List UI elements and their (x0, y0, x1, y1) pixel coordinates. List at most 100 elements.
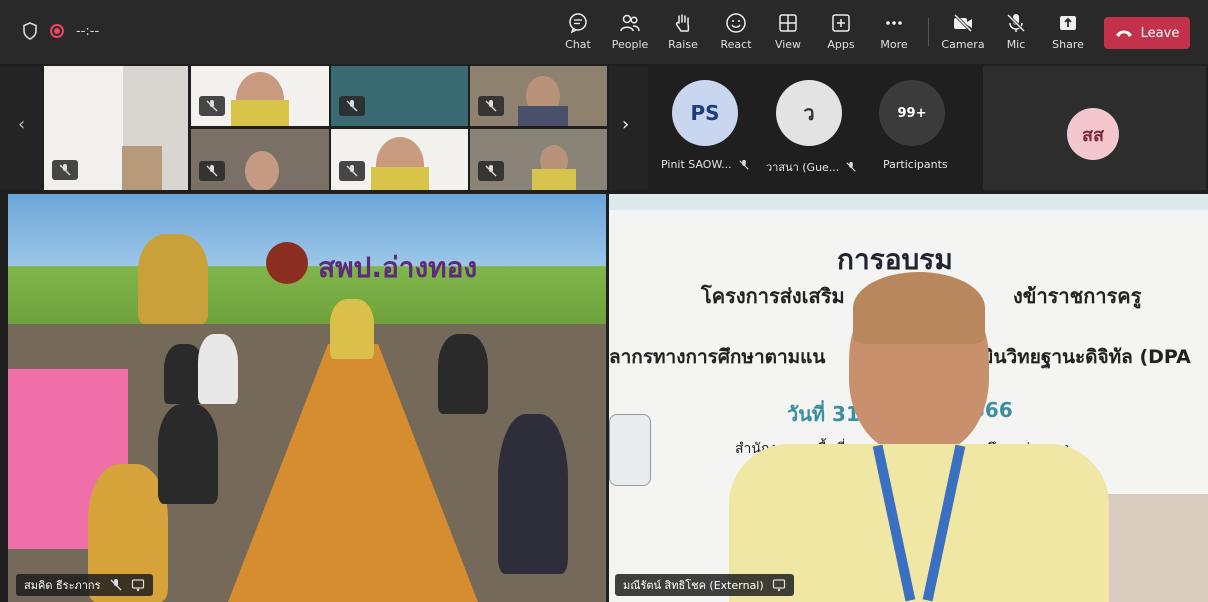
people-label: People (611, 38, 649, 51)
avatar-wasana[interactable]: ว (776, 80, 842, 146)
attendee (498, 414, 568, 574)
main-video-meeting-room[interactable]: สพป.อ่างทอง สมคิด ธีระภากร (8, 194, 606, 602)
video-tile-presenter-a[interactable] (191, 66, 329, 126)
meeting-timer: --:-- (76, 23, 100, 39)
camera-button[interactable]: Camera (939, 12, 987, 56)
apps-button[interactable]: Apps (817, 12, 865, 56)
video-tile-camera-off[interactable] (331, 66, 468, 126)
people-icon (620, 14, 640, 32)
mute-indicator (339, 161, 365, 181)
room-device-icon (131, 579, 144, 592)
mic-off-icon (846, 161, 856, 172)
avatar-ps[interactable]: PS (672, 80, 738, 146)
mic-button[interactable]: Mic (992, 12, 1040, 56)
attendee (438, 334, 488, 414)
share-icon (1060, 16, 1076, 30)
participants-label: Participants (883, 158, 948, 171)
mute-indicator (199, 161, 225, 181)
room-device-icon (772, 579, 785, 592)
hang-up-icon (1115, 30, 1132, 37)
mic-off-icon (346, 100, 358, 112)
participant-shirt (518, 106, 568, 126)
camera-off-icon (953, 13, 973, 33)
mic-off-icon (110, 579, 121, 591)
attendee (158, 404, 218, 504)
mic-off-icon (485, 165, 497, 177)
view-button[interactable]: View (764, 12, 812, 56)
participant-shirt (231, 100, 289, 126)
strip-scroll-left[interactable]: ‹ (0, 66, 42, 190)
participant-name-tag: สมคิด ธีระภากร (16, 574, 153, 596)
video-tile-ss[interactable]: สส (983, 66, 1206, 190)
hand-icon (675, 14, 690, 32)
participant-name-label: สมคิด ธีระภากร (24, 579, 101, 592)
mic-off-icon (346, 165, 358, 177)
presenter-hair (853, 272, 985, 344)
mic-off-icon (206, 165, 218, 177)
mic-off-icon (206, 100, 218, 112)
toolbar-left: --:-- (22, 22, 99, 40)
mute-indicator (478, 96, 504, 116)
slide-line-1b: งข้าราชการครู (1013, 284, 1142, 308)
camera-label: Camera (941, 38, 985, 51)
mic-label: Mic (1006, 38, 1026, 51)
participants-overflow-button[interactable]: 99+ (879, 80, 945, 146)
video-tile-group[interactable] (470, 129, 607, 190)
mute-indicator (199, 96, 225, 116)
slide-date-a: วันที่ 31 (787, 402, 860, 426)
raise-hand-button[interactable]: Raise (659, 12, 707, 56)
main-video-presenter[interactable]: การอบรม โครงการส่งเสริม งข้าราชการครู ลา… (609, 194, 1208, 602)
emblem-logo (266, 242, 308, 284)
share-button[interactable]: Share (1044, 12, 1092, 56)
participant-name-label: มณีรัตน์ สิทธิโชค (External) (623, 579, 764, 592)
chevron-left-icon: ‹ (18, 114, 26, 135)
grid-icon (779, 14, 797, 32)
video-tile-presenter-b[interactable] (331, 129, 468, 190)
participant-shirt (371, 167, 429, 190)
attendee (330, 299, 374, 359)
participant-avatar-panel: PS Pinit SAOW... ว วาสนา (Gue... 99+ Par… (650, 66, 980, 190)
mic-off-icon (738, 159, 749, 170)
people-button[interactable]: People (606, 12, 654, 56)
mute-indicator (52, 160, 78, 180)
react-label: React (720, 38, 752, 51)
cartoon-character (609, 414, 651, 486)
stairs-shape (122, 146, 162, 190)
participant-shirt (532, 169, 576, 190)
more-label: More (880, 38, 908, 51)
ellipsis-icon (886, 21, 902, 25)
recording-icon (50, 24, 64, 38)
mic-off-icon (1006, 13, 1026, 33)
banner-text: สพป.อ่างทอง (318, 251, 478, 284)
strip-scroll-right[interactable]: › (609, 66, 648, 190)
chat-icon (569, 13, 587, 34)
mute-indicator (339, 96, 365, 116)
attendee (198, 334, 238, 404)
participant-name-label: วาสนา (Gue... (766, 161, 840, 174)
video-tile-room-empty[interactable] (44, 66, 188, 190)
more-button[interactable]: More (870, 12, 918, 56)
avatar-ss: สส (1067, 108, 1119, 160)
slide-line-2b: มินวิทยฐานะดิจิทัล (DPA (981, 346, 1191, 368)
chat-label: Chat (565, 38, 591, 51)
participants-overflow-label: Participants (883, 158, 948, 171)
video-tile-masked-a[interactable] (470, 66, 607, 126)
avatar-initials: PS (690, 101, 720, 125)
toolbar-divider (928, 18, 929, 46)
buddha-statue (138, 234, 208, 324)
slide-line-2a: ลากรทางการศึกษาตามแน (609, 346, 826, 368)
leave-button[interactable]: Leave (1104, 17, 1190, 49)
share-label: Share (1052, 38, 1084, 51)
avatar-initials: ว (803, 101, 815, 125)
video-tile-office[interactable] (191, 129, 329, 190)
smiley-icon (726, 13, 746, 33)
meeting-toolbar: --:-- Chat People Raise React View Apps … (0, 0, 1208, 64)
react-button[interactable]: React (712, 12, 760, 56)
participant-name-tag: มณีรัตน์ สิทธิโชค (External) (615, 574, 794, 596)
plus-square-icon (832, 14, 850, 32)
leave-label: Leave (1140, 25, 1180, 41)
shield-icon[interactable] (22, 22, 38, 40)
chat-button[interactable]: Chat (554, 12, 602, 56)
overflow-count: 99+ (897, 105, 927, 121)
participant-name-ps: Pinit SAOW... (661, 158, 750, 171)
